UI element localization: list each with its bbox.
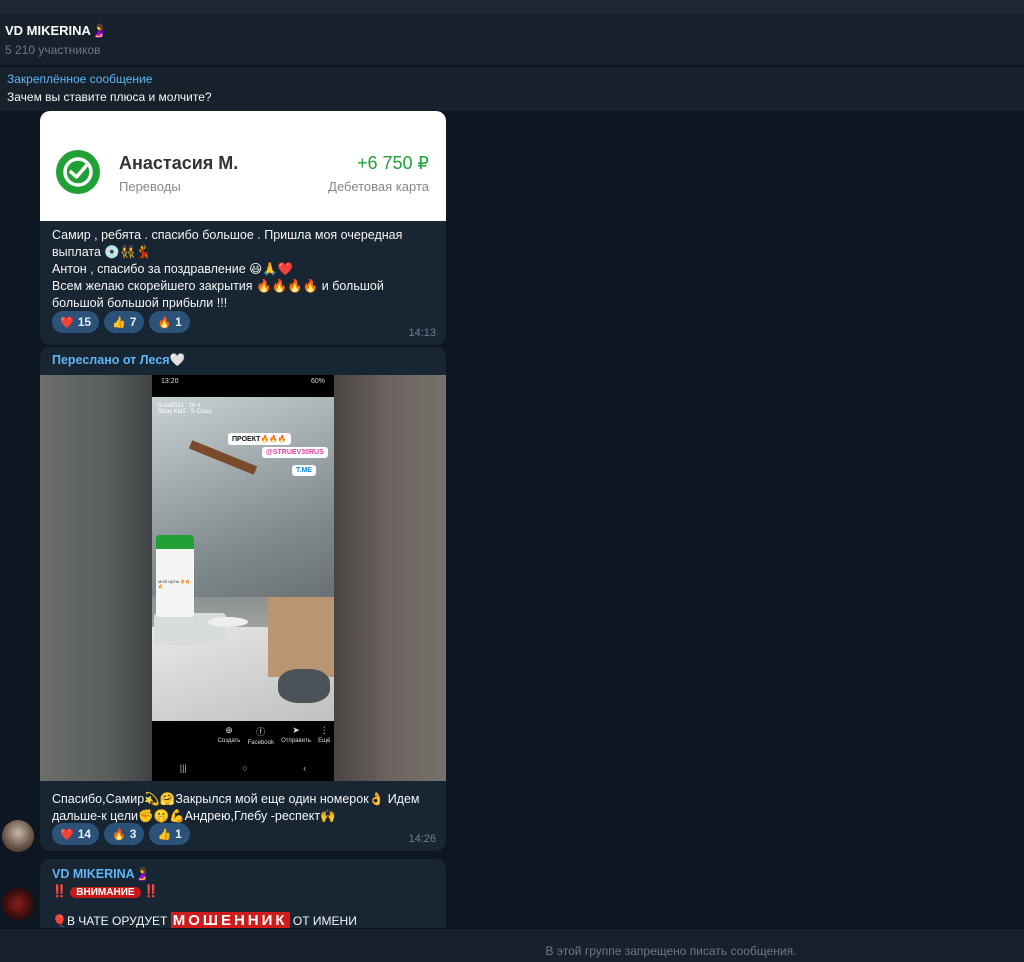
photo-blur-left <box>40 375 152 781</box>
fire-icon: 🔥 <box>157 316 172 329</box>
thumbs-up-icon: 👍 <box>157 828 172 841</box>
create-icon: ⊕ <box>225 725 233 735</box>
story-screen: lesia8032_ 16 ч Stray Kids · S-Class ПРО… <box>152 397 334 721</box>
stool <box>278 669 330 703</box>
photo-blur-right <box>334 375 446 781</box>
message-text: Спасибо,Самир💫🤗Закрылся мой еще один ном… <box>52 792 420 823</box>
composer-disabled-bar: В этой группе запрещено писать сообщения… <box>0 928 1024 962</box>
story-username: lesia8032_ 16 ч Stray Kids · S-Class <box>158 403 212 415</box>
phone-screenshot: 13:20 60% lesia8032_ 16 ч Stray Kids · S… <box>152 375 334 781</box>
chat-title[interactable]: VD MIKERINA🤰 <box>5 23 107 39</box>
mini-screenshot-header <box>156 535 194 549</box>
reaction-thumbs-up[interactable]: 👍 1 <box>149 823 190 845</box>
message-list[interactable]: Анастасия М. Переводы +6 750 ₽ Дебетовая… <box>0 111 1024 928</box>
member-count: 5 210 участников <box>5 43 101 57</box>
sender-avatar[interactable] <box>2 820 34 852</box>
story-sticker-mention: @STRUEV30RUS <box>262 447 328 458</box>
thumbs-up-icon: 👍 <box>112 316 126 329</box>
reaction-fire[interactable]: 🔥 1 <box>149 311 190 333</box>
reactions-row: ❤️ 14 🔥 3 👍 1 <box>40 823 446 845</box>
pinned-label: Закреплённое сообщение <box>7 72 153 86</box>
warning-marks: ‼️ <box>52 884 67 898</box>
reaction-heart[interactable]: ❤️ 15 <box>52 311 100 333</box>
story-music-text: Stray Kids · S-Class <box>158 409 212 415</box>
reaction-count: 1 <box>175 827 182 841</box>
action-more: ⋮ Ещё <box>318 725 330 746</box>
phone-nav-bar: ||| ○ ‹ <box>152 763 334 773</box>
reactions-row: ❤️ 15 👍 7 🔥 1 <box>40 311 446 333</box>
recipient-name: Анастасия М. <box>119 153 239 173</box>
recent-apps-icon: ||| <box>179 763 187 773</box>
message-time: 14:26 <box>408 833 436 845</box>
reaction-count: 3 <box>129 827 137 841</box>
mini-screenshot-text: МОЙ ЦЕЛЬ 🔥🔥🔥 <box>158 579 191 589</box>
transaction-amount: +6 750 ₽ <box>356 153 429 173</box>
warning-text-end: ОТ ИМЕНИ <box>292 914 357 928</box>
warning-marks: ‼️ <box>143 884 159 898</box>
pinned-text: Зачем вы ставите плюса и молчите? <box>7 90 212 104</box>
action-label: Создать <box>217 738 241 744</box>
action-label: Facebook <box>247 740 274 746</box>
warning-line: ‼️ ВНИМАНИЕ ‼️ <box>40 882 446 898</box>
home-icon: ○ <box>242 763 248 773</box>
write-disabled-notice: В этой группе запрещено писать сообщения… <box>545 944 797 958</box>
phone-status-bar: 13:20 60% <box>152 375 334 389</box>
chat-header[interactable]: VD MIKERINA🤰 5 210 участников <box>0 14 1024 66</box>
payment-card-image[interactable]: Анастасия М. Переводы +6 750 ₽ Дебетовая… <box>40 111 446 221</box>
warning-text-start: 🎈В ЧАТЕ ОРУДУЕТ <box>52 914 168 928</box>
story-screenshot-photo[interactable]: 13:20 60% lesia8032_ 16 ч Stray Kids · S… <box>40 375 446 781</box>
action-create: ⊕ Создать <box>218 725 241 746</box>
message-payment[interactable]: Анастасия М. Переводы +6 750 ₽ Дебетовая… <box>40 111 446 345</box>
phone-clock: 13:20 <box>161 378 179 385</box>
fire-icon: 🔥 <box>112 828 126 841</box>
story-sticker-link: T.ME <box>292 465 316 476</box>
message-text: Самир , ребята . спасибо большое . Пришл… <box>52 228 403 310</box>
send-icon: ➤ <box>292 725 300 735</box>
pinned-message-bar[interactable]: Закреплённое сообщение Зачем вы ставите … <box>0 67 1024 111</box>
action-facebook: ⓕ Facebook <box>248 725 274 746</box>
reaction-count: 15 <box>77 315 92 329</box>
reaction-count: 7 <box>129 315 137 329</box>
warning-badge: ВНИМАНИЕ <box>70 887 141 898</box>
forwarded-from-label[interactable]: Переслано от Леся🤍 <box>40 347 446 375</box>
story-actions: ⊕ Создать ⓕ Facebook ➤ Отправить ⋮ Ещё <box>214 725 334 746</box>
wooden-counter <box>268 597 334 677</box>
sber-logo-icon <box>56 150 100 194</box>
reaction-fire[interactable]: 🔥 3 <box>104 823 145 845</box>
account-type: Дебетовая карта <box>328 179 429 194</box>
warning-text-line: 🎈В ЧАТЕ ОРУДУЕТ МОШЕННИК ОТ ИМЕНИ <box>40 898 446 928</box>
transaction-category: Переводы <box>119 179 181 194</box>
sender-name[interactable]: VD MIKERINA🤰 <box>40 859 446 882</box>
facebook-icon: ⓕ <box>256 727 266 737</box>
story-sticker-project: ПРОЕКТ🔥🔥🔥 <box>228 433 291 445</box>
message-time: 14:13 <box>408 327 436 339</box>
heart-icon: ❤️ <box>60 828 74 841</box>
more-icon: ⋮ <box>319 725 329 735</box>
back-icon: ‹ <box>303 763 307 773</box>
reaction-count: 1 <box>175 315 182 329</box>
channel-avatar[interactable] <box>2 888 34 920</box>
mini-screenshot: МОЙ ЦЕЛЬ 🔥🔥🔥 <box>156 535 194 617</box>
window-top-strip <box>0 0 1024 14</box>
heart-icon: ❤️ <box>60 316 74 329</box>
phone-battery: 60% <box>310 378 325 385</box>
action-label: Ещё <box>318 738 331 744</box>
message-forwarded[interactable]: Переслано от Леся🤍 13:20 60% lesia8032_ … <box>40 347 446 851</box>
action-label: Отправить <box>281 738 311 744</box>
scammer-highlight: МОШЕННИК <box>170 912 290 928</box>
reaction-thumbs-up[interactable]: 👍 7 <box>104 311 145 333</box>
reaction-heart[interactable]: ❤️ 14 <box>52 823 100 845</box>
message-warning[interactable]: VD MIKERINA🤰 ‼️ ВНИМАНИЕ ‼️ 🎈В ЧАТЕ ОРУД… <box>40 859 446 928</box>
round-table <box>208 617 248 627</box>
reaction-count: 14 <box>77 827 92 841</box>
action-send: ➤ Отправить <box>281 725 311 746</box>
